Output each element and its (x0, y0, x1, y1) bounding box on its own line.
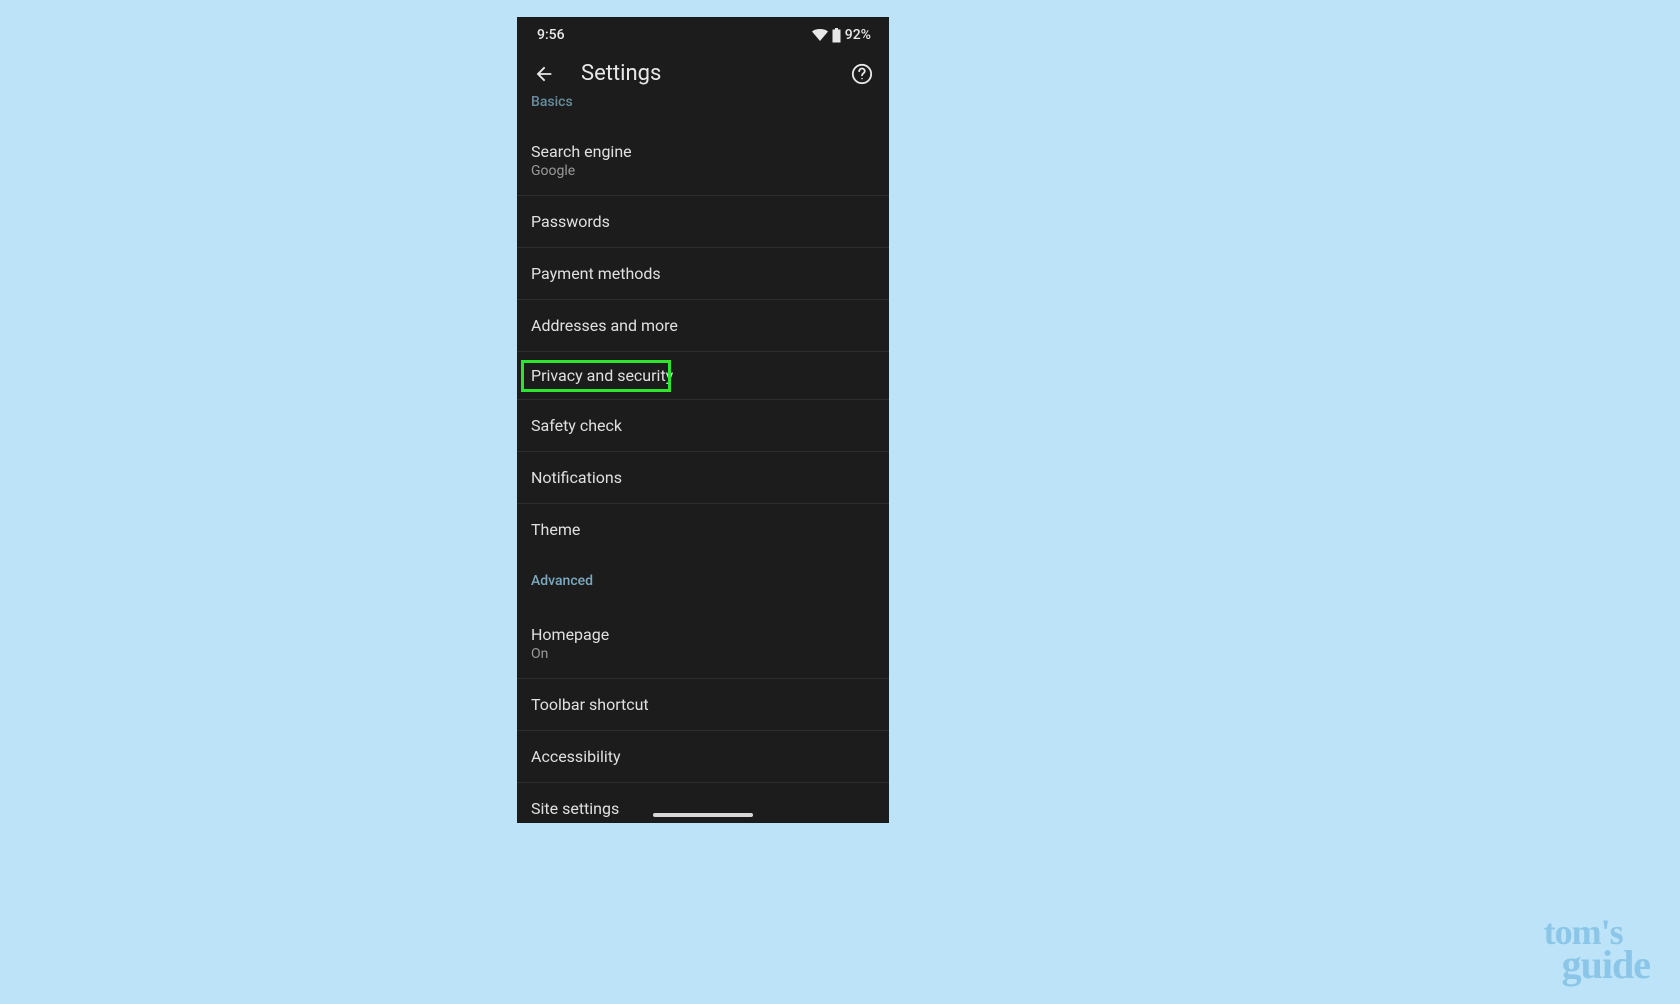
android-nav-bar[interactable] (653, 813, 753, 817)
item-title: Addresses and more (531, 316, 875, 335)
wifi-icon (812, 29, 828, 41)
item-title: Theme (531, 520, 875, 539)
settings-item-accessibility[interactable]: Accessibility (517, 731, 889, 783)
settings-item-search-engine[interactable]: Search engine Google (517, 114, 889, 196)
settings-item-privacy-security[interactable]: Privacy and security (517, 352, 889, 400)
item-title: Homepage (531, 625, 875, 644)
settings-item-site-settings[interactable]: Site settings (517, 783, 889, 823)
status-indicators: 92% (812, 27, 871, 43)
settings-item-payment-methods[interactable]: Payment methods (517, 248, 889, 300)
page-title: Settings (581, 61, 825, 86)
section-header-advanced: Advanced (517, 555, 889, 597)
settings-item-addresses[interactable]: Addresses and more (517, 300, 889, 352)
settings-item-safety-check[interactable]: Safety check (517, 400, 889, 452)
item-title: Notifications (531, 468, 875, 487)
section-header-basics: Basics (517, 94, 889, 114)
battery-percent: 92% (845, 27, 871, 43)
app-bar: Settings (517, 51, 889, 100)
item-title: Safety check (531, 416, 875, 435)
watermark-logo: tom's guide (1544, 917, 1650, 982)
settings-item-toolbar-shortcut[interactable]: Toolbar shortcut (517, 679, 889, 731)
settings-list: Basics Search engine Google Passwords Pa… (517, 100, 889, 823)
watermark-line2: guide (1562, 948, 1650, 982)
status-time: 9:56 (537, 27, 565, 43)
item-title: Search engine (531, 142, 875, 161)
back-button[interactable] (533, 63, 555, 85)
item-subtitle: Google (531, 163, 875, 179)
item-title: Toolbar shortcut (531, 695, 875, 714)
help-button[interactable] (851, 63, 873, 85)
settings-item-homepage[interactable]: Homepage On (517, 597, 889, 679)
item-title: Passwords (531, 212, 875, 231)
item-subtitle: On (531, 646, 875, 662)
item-title: Privacy and security (531, 366, 875, 385)
battery-icon (832, 28, 841, 43)
status-bar: 9:56 92% (517, 17, 889, 51)
settings-item-passwords[interactable]: Passwords (517, 196, 889, 248)
item-title: Accessibility (531, 747, 875, 766)
phone-screen: 9:56 92% Settings Basics Search engine G… (517, 17, 889, 823)
settings-item-theme[interactable]: Theme (517, 504, 889, 555)
item-title: Payment methods (531, 264, 875, 283)
settings-item-notifications[interactable]: Notifications (517, 452, 889, 504)
